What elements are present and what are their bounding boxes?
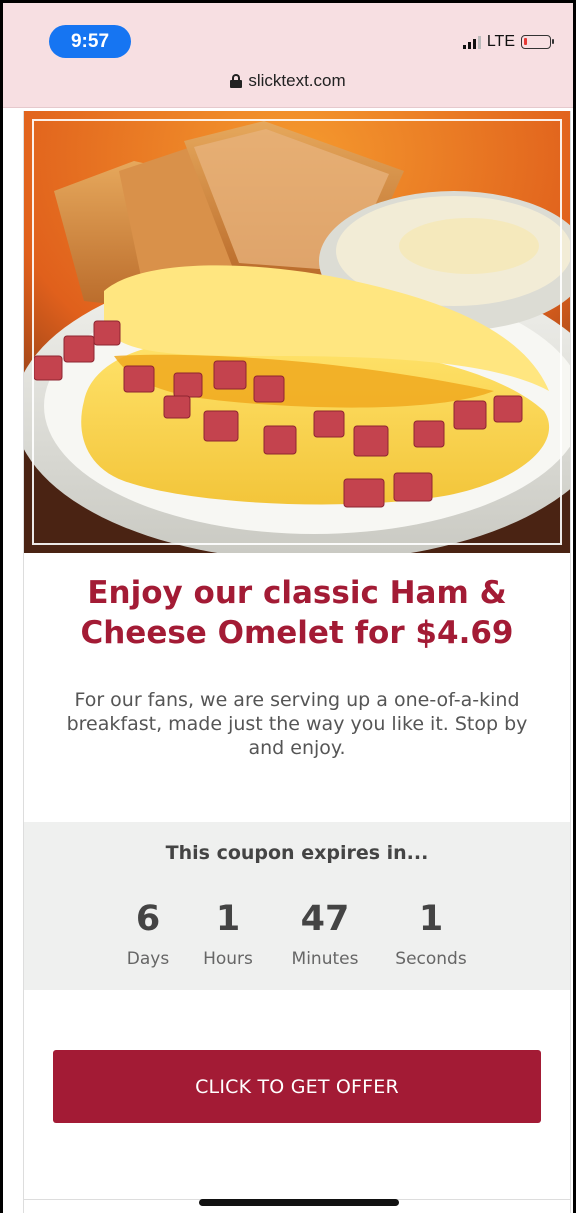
get-offer-button[interactable]: CLICK TO GET OFFER xyxy=(53,1050,541,1123)
url-text: slicktext.com xyxy=(248,71,346,90)
countdown-seconds-value: 1 xyxy=(418,899,444,939)
phone-frame: 9:57 LTE slicktext.com Enjoy our classic… xyxy=(0,0,576,1213)
offer-description: For our fans, we are serving up a one-of… xyxy=(66,688,528,759)
network-type: LTE xyxy=(486,33,515,50)
countdown-title: This coupon expires in... xyxy=(165,842,429,864)
offer-headline: Enjoy our classic Ham & Cheese Omelet fo… xyxy=(80,575,514,652)
hero-image-omelet xyxy=(24,111,570,553)
countdown-hours-label: Hours xyxy=(203,949,253,969)
home-indicator[interactable] xyxy=(199,1199,399,1206)
countdown-seconds: 1 Seconds xyxy=(381,899,481,970)
browser-status-bar: 9:57 LTE slicktext.com xyxy=(3,3,573,108)
signal-icon xyxy=(462,35,481,49)
battery-level xyxy=(524,38,527,45)
countdown-hours-value: 1 xyxy=(215,899,241,939)
omelet-photo xyxy=(24,111,570,553)
countdown-minutes: 47 Minutes xyxy=(275,899,375,970)
countdown-minutes-value: 47 xyxy=(300,899,350,939)
coupon-page: Enjoy our classic Ham & Cheese Omelet fo… xyxy=(23,111,571,1213)
countdown-section: This coupon expires in... 6 Days 1 Hours… xyxy=(24,822,570,990)
status-indicators: LTE xyxy=(462,33,554,51)
address-bar[interactable]: slicktext.com xyxy=(3,71,573,91)
battery-icon xyxy=(521,35,554,49)
countdown-seconds-label: Seconds xyxy=(395,949,467,969)
status-time[interactable]: 9:57 xyxy=(49,25,131,58)
countdown-minutes-label: Minutes xyxy=(291,949,359,969)
countdown-hours: 1 Hours xyxy=(178,899,278,970)
lock-icon xyxy=(230,74,243,88)
